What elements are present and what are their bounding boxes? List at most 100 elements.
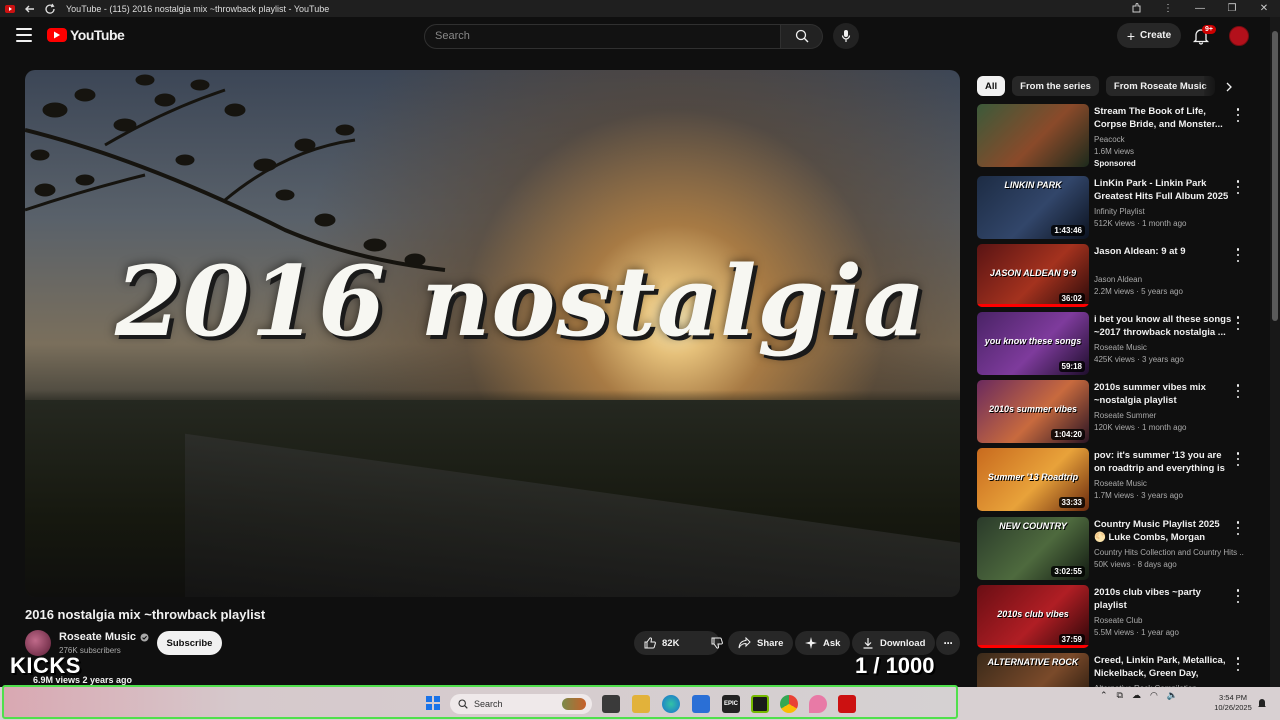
file-explorer-icon[interactable] <box>632 695 650 713</box>
maximize-button[interactable]: ❐ <box>1216 0 1248 17</box>
more-vertical-icon[interactable] <box>1233 521 1243 535</box>
microphone-icon <box>841 30 851 42</box>
recommendation-channel[interactable]: Roseate Club <box>1094 616 1244 625</box>
browser-titlebar: YouTube - (115) 2016 nostalgia mix ~thro… <box>0 0 1280 17</box>
chip-from-roseate-music[interactable]: From Roseate Music <box>1105 76 1215 96</box>
recommendation-title[interactable]: pov: it's summer '13 you are on roadtrip… <box>1094 449 1234 475</box>
recommendation-item[interactable]: LINKIN PARK 1:43:46 LinKin Park - Linkin P… <box>977 176 1262 240</box>
microsoft-store-icon[interactable] <box>692 695 710 713</box>
chrome-icon[interactable] <box>780 695 798 713</box>
tray-chevron-icon[interactable]: ⌃ <box>1100 690 1108 701</box>
recommendation-title[interactable]: Creed, Linkin Park, Metallica, Nickelbac… <box>1094 654 1234 680</box>
recommendation-title[interactable]: Country Music Playlist 2025 🌕 Luke Combs… <box>1094 518 1234 544</box>
subscribe-button[interactable]: Subscribe <box>157 631 222 655</box>
recommendation-title[interactable]: 2010s summer vibes mix ~nostalgia playli… <box>1094 381 1234 407</box>
minimize-button[interactable]: — <box>1184 0 1216 17</box>
recommendation-item[interactable]: Stream The Book of Life, Corpse Bride, a… <box>977 104 1262 168</box>
recommendation-thumbnail[interactable]: LINKIN PARK 1:43:46 <box>977 176 1089 239</box>
chevron-right-icon[interactable] <box>1220 78 1238 96</box>
windows-start-icon[interactable] <box>426 696 440 710</box>
recommendation-thumbnail[interactable]: you know these songs 59:18 <box>977 312 1089 375</box>
video-duration: 3:02:55 <box>1051 566 1085 577</box>
epic-games-icon[interactable]: EPIC <box>722 695 740 713</box>
recommendation-channel[interactable]: Jason Aldean <box>1094 275 1244 284</box>
browser-menu-icon[interactable]: ⋮ <box>1152 0 1184 17</box>
pin-app-icon[interactable] <box>809 695 827 713</box>
scrollbar-thumb[interactable] <box>1272 31 1278 321</box>
recommendation-channel[interactable]: Roseate Music <box>1094 343 1244 352</box>
reload-icon[interactable] <box>44 3 56 15</box>
recommendation-thumbnail[interactable]: 2010s summer vibes 1:04:20 <box>977 380 1089 443</box>
download-label: Download <box>880 637 926 649</box>
recommendation-thumbnail[interactable]: NEW COUNTRY 3:02:55 <box>977 517 1089 580</box>
notification-center-icon[interactable] <box>1257 698 1267 710</box>
share-icon <box>738 637 751 649</box>
recommendation-title[interactable]: Stream The Book of Life, Corpse Bride, a… <box>1094 105 1234 131</box>
wifi-icon[interactable]: ◠ <box>1150 690 1158 701</box>
voice-search-button[interactable] <box>833 23 859 49</box>
system-tray: ⌃ ⧉ ☁ ◠ 🔈 <box>1100 690 1178 701</box>
search-button[interactable] <box>781 23 823 49</box>
taskbar-search[interactable]: Search <box>450 694 592 714</box>
channel-name[interactable]: Roseate Music <box>59 631 149 643</box>
video-player[interactable]: 2016 nostalgia <box>25 70 960 597</box>
task-view-icon[interactable] <box>602 695 620 713</box>
recommendation-channel[interactable]: Roseate Summer <box>1094 411 1244 420</box>
account-avatar[interactable] <box>1229 26 1249 46</box>
recommendation-channel[interactable]: Country Hits Collection and Country Hits… <box>1094 548 1244 557</box>
recommendation-item[interactable]: JASON ALDEAN 9·9 36:02 Jason Aldean: 9 at … <box>977 244 1262 308</box>
volume-icon[interactable]: 🔈 <box>1167 690 1178 701</box>
recommendation-thumbnail[interactable] <box>977 104 1089 167</box>
recommendation-item[interactable]: NEW COUNTRY 3:02:55 Country Music Playlist… <box>977 517 1262 581</box>
thumbs-up-icon <box>644 637 656 649</box>
more-vertical-icon[interactable] <box>1233 180 1243 194</box>
recommendation-title[interactable]: LinKin Park - Linkin Park Greatest Hits … <box>1094 177 1234 203</box>
create-label: Create <box>1140 30 1172 41</box>
more-vertical-icon[interactable] <box>1233 452 1243 466</box>
recommendation-item[interactable]: you know these songs 59:18 i bet you know … <box>977 312 1262 376</box>
search-input[interactable] <box>424 23 781 49</box>
nvidia-icon[interactable] <box>751 695 769 713</box>
chip-from-the-series[interactable]: From the series <box>1012 76 1099 96</box>
create-button[interactable]: + Create <box>1117 23 1181 48</box>
more-vertical-icon[interactable] <box>1233 657 1243 671</box>
ask-button[interactable]: Ask <box>795 631 851 655</box>
recommendation-item[interactable]: Summer '13 Roadtrip 33:33 pov: it's summer… <box>977 448 1262 512</box>
recommendation-channel[interactable]: Roseate Music <box>1094 479 1244 488</box>
recommendation-thumbnail[interactable]: 2010s club vibes 37:59 <box>977 585 1089 648</box>
tray-apps-icon[interactable]: ⧉ <box>1117 690 1123 701</box>
more-vertical-icon[interactable] <box>1233 589 1243 603</box>
recommendation-title[interactable]: Jason Aldean: 9 at 9 <box>1094 245 1234 258</box>
share-button[interactable]: Share <box>728 631 794 655</box>
download-button[interactable]: Download <box>852 631 936 655</box>
recommendation-thumbnail[interactable]: JASON ALDEAN 9·9 36:02 <box>977 244 1089 307</box>
extensions-icon[interactable] <box>1120 0 1152 17</box>
more-vertical-icon[interactable] <box>1233 384 1243 398</box>
recommendation-item[interactable]: 2010s summer vibes 1:04:20 2010s summer vi… <box>977 380 1262 444</box>
thumbs-down-icon <box>711 637 724 649</box>
recommendation-thumbnail[interactable]: Summer '13 Roadtrip 33:33 <box>977 448 1089 511</box>
cloud-icon[interactable]: ☁ <box>1132 690 1141 701</box>
search-bar <box>424 23 859 49</box>
like-dislike-group: 82K <box>634 631 724 655</box>
youtube-logo[interactable]: YouTube <box>47 27 125 43</box>
menu-icon[interactable] <box>16 28 32 42</box>
page-scrollbar[interactable] <box>1270 17 1280 687</box>
edge-browser-icon[interactable] <box>662 695 680 713</box>
recommendation-title[interactable]: i bet you know all these songs ~2017 thr… <box>1094 313 1234 339</box>
like-button[interactable]: 82K <box>634 631 689 655</box>
more-actions-button[interactable]: ··· <box>936 631 960 655</box>
recommendation-channel[interactable]: Peacock <box>1094 135 1244 144</box>
youtube-app-icon[interactable] <box>838 695 856 713</box>
recommendation-title[interactable]: 2010s club vibes ~party playlist <box>1094 586 1234 612</box>
clock-date: 10/26/2025 <box>1214 703 1252 712</box>
more-vertical-icon[interactable] <box>1233 248 1243 262</box>
recommendation-item[interactable]: 2010s club vibes 37:59 2010s club vibes ~p… <box>977 585 1262 649</box>
taskbar-clock[interactable]: 3:54 PM 10/26/2025 <box>1210 693 1256 713</box>
more-vertical-icon[interactable] <box>1233 316 1243 330</box>
recommendation-channel[interactable]: Infinity Playlist <box>1094 207 1244 216</box>
back-arrow-icon[interactable] <box>24 3 36 15</box>
more-vertical-icon[interactable] <box>1233 108 1243 122</box>
chip-all[interactable]: All <box>977 76 1006 96</box>
close-window-button[interactable]: ✕ <box>1248 0 1280 17</box>
